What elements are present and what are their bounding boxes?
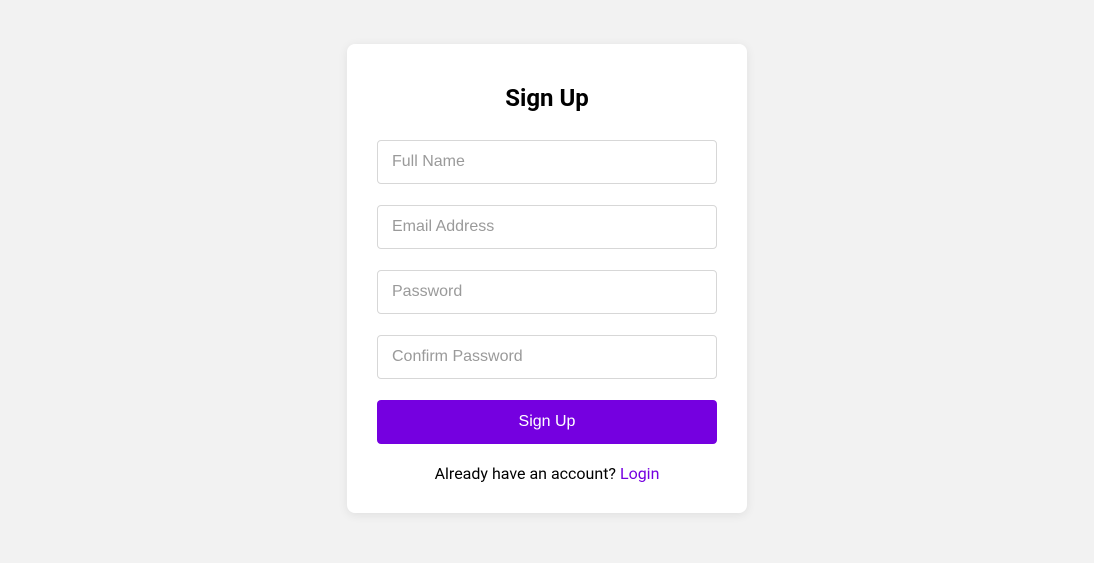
email-input[interactable]	[377, 205, 717, 249]
page-title: Sign Up	[377, 84, 717, 112]
signup-button[interactable]: Sign Up	[377, 400, 717, 444]
confirm-password-input[interactable]	[377, 335, 717, 379]
full-name-input[interactable]	[377, 140, 717, 184]
signup-card: Sign Up Sign Up Already have an account?…	[347, 44, 747, 513]
password-input[interactable]	[377, 270, 717, 314]
footer-prompt: Already have an account? Login	[377, 464, 717, 483]
login-link[interactable]: Login	[620, 464, 659, 483]
footer-prompt-text: Already have an account?	[435, 464, 620, 483]
